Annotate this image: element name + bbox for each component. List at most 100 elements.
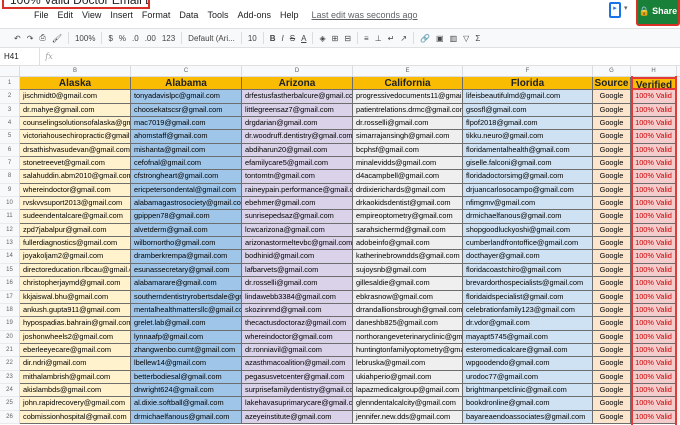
cell-california[interactable]: huntingtonfamilyoptometry@gmail.com: [353, 343, 463, 358]
cell-arizona[interactable]: whereindoctor@gmail.com: [242, 330, 353, 344]
cell-source[interactable]: Google: [593, 397, 631, 411]
cell-california[interactable]: drkaokidsdentist@gmail.com: [353, 197, 463, 211]
cell-verified[interactable]: 100% Valid: [631, 183, 677, 198]
cell-alaska[interactable]: hypospadias.bahrain@gmail.com: [20, 317, 131, 331]
cell-source[interactable]: Google: [593, 263, 631, 278]
cell-arizona[interactable]: efamilycare5@gmail.com: [242, 157, 353, 171]
rotate-icon[interactable]: ↗: [400, 34, 407, 43]
cell-alaska[interactable]: joyakoljam2@gmail.com: [20, 250, 131, 264]
functions-icon[interactable]: Σ: [475, 34, 480, 43]
menu-edit[interactable]: Edit: [58, 10, 74, 20]
cell-alabama[interactable]: alabamarare@gmail.com: [131, 277, 242, 291]
chevron-down-icon[interactable]: ▾: [624, 4, 628, 12]
link-icon[interactable]: 🔗: [420, 34, 430, 43]
cell-arizona[interactable]: littlegreensaz7@gmail.com: [242, 103, 353, 118]
cell-florida[interactable]: celebrationfamily123@gmail.com: [463, 303, 593, 318]
percent-format-button[interactable]: %: [119, 34, 126, 43]
cell-verified[interactable]: 100% Valid: [631, 357, 677, 371]
cell-source[interactable]: Google: [593, 170, 631, 184]
cell-florida[interactable]: tikku.neuro@gmail.com: [463, 130, 593, 144]
row-header[interactable]: 23: [0, 371, 19, 384]
cell-california[interactable]: adobeinfo@gmail.com: [353, 237, 463, 251]
cell-alaska[interactable]: kkjaiswal.bhu@gmail.com: [20, 290, 131, 304]
cell-california[interactable]: lapazmedicalgroup@gmail.com: [353, 383, 463, 398]
cell-alaska[interactable]: victoriahousechiropractic@gmail.com: [20, 130, 131, 144]
cell-verified[interactable]: 100% Valid: [631, 330, 677, 344]
cell-source[interactable]: Google: [593, 290, 631, 304]
cell-florida[interactable]: bookdronline@gmail.com: [463, 397, 593, 411]
cell-source[interactable]: Google: [593, 223, 631, 238]
cell-alaska[interactable]: counselingsolutionsofalaska@gmail.com: [20, 117, 131, 131]
menu-view[interactable]: View: [82, 10, 101, 20]
cell-verified[interactable]: 100% Valid: [631, 223, 677, 238]
cell-alabama[interactable]: dramberkrempa@gmail.com: [131, 250, 242, 264]
cell-arizona[interactable]: drgdarian@gmail.com: [242, 117, 353, 131]
cell-verified[interactable]: 100% Valid: [631, 143, 677, 158]
row-header[interactable]: 7: [0, 157, 19, 171]
cell-florida[interactable]: nfimgmv@gmail.com: [463, 197, 593, 211]
menu-format[interactable]: Format: [142, 10, 171, 20]
cell-california[interactable]: ebkrasnow@gmail.com: [353, 290, 463, 304]
cell-arizona[interactable]: bodhinid@gmail.com: [242, 250, 353, 264]
cell-florida[interactable]: bayareaendoassociates@gmail.com: [463, 410, 593, 424]
cell-alabama[interactable]: betterbodiesal@gmail.com: [131, 370, 242, 384]
cell-verified[interactable]: 100% Valid: [631, 263, 677, 278]
cell-arizona[interactable]: thecactusdoctoraz@gmail.com: [242, 317, 353, 331]
cell-source[interactable]: Google: [593, 103, 631, 118]
cell-california[interactable]: patientrelations.drmc@gmail.com: [353, 103, 463, 118]
cell-california[interactable]: glenndentalcalcity@gmail.com: [353, 397, 463, 411]
cell-source[interactable]: Google: [593, 250, 631, 264]
cell-alaska[interactable]: dr.mahye@gmail.com: [20, 103, 131, 118]
cell-florida[interactable]: dr.vdor@gmail.com: [463, 317, 593, 331]
cell-alaska[interactable]: jischmidt0@gmail.com: [20, 90, 131, 104]
header-source[interactable]: Source: [593, 77, 631, 91]
cell-alaska[interactable]: stonetreevet@gmail.com: [20, 157, 131, 171]
cell-verified[interactable]: 100% Valid: [631, 170, 677, 184]
cell-verified[interactable]: 100% Valid: [631, 117, 677, 131]
cell-alabama[interactable]: ahomstaff@gmail.com: [131, 130, 242, 144]
cell-alabama[interactable]: tonyadavislpc@gmail.com: [131, 90, 242, 104]
cell-arizona[interactable]: surprisefamilydentistry@gmail.com: [242, 383, 353, 398]
cell-alabama[interactable]: grelet.lab@gmail.com: [131, 317, 242, 331]
cell-source[interactable]: Google: [593, 130, 631, 144]
cell-source[interactable]: Google: [593, 410, 631, 424]
cell-alabama[interactable]: al.dixie.softball@gmail.com: [131, 397, 242, 411]
cell-alaska[interactable]: sudeendentalcare@gmail.com: [20, 210, 131, 224]
cell-arizona[interactable]: pegasusvetcenter@gmail.com: [242, 370, 353, 384]
cell-alabama[interactable]: cfstrongheart@gmail.com: [131, 170, 242, 184]
cell-california[interactable]: minalevidds@gmail.com: [353, 157, 463, 171]
cell-arizona[interactable]: dr.woodruff.dentistry@gmail.com: [242, 130, 353, 144]
cell-verified[interactable]: 100% Valid: [631, 237, 677, 251]
bold-button[interactable]: B: [270, 34, 276, 43]
row-header[interactable]: 6: [0, 144, 19, 158]
row-header[interactable]: 4: [0, 117, 19, 131]
cell-florida[interactable]: floridaidspecialist@gmail.com: [463, 290, 593, 304]
redo-icon[interactable]: ↷: [27, 34, 34, 43]
cell-alaska[interactable]: john.rapidrecovery@gmail.com: [20, 397, 131, 411]
cell-source[interactable]: Google: [593, 357, 631, 371]
row-header[interactable]: 12: [0, 224, 19, 238]
menu-file[interactable]: File: [34, 10, 49, 20]
filter-icon[interactable]: ▽: [463, 34, 469, 43]
cell-california[interactable]: daneshb825@gmail.com: [353, 317, 463, 331]
comment-icon[interactable]: ▣: [436, 34, 444, 43]
cell-florida[interactable]: mayapt5745@gmail.com: [463, 330, 593, 344]
cell-alabama[interactable]: esunassecretary@gmail.com: [131, 263, 242, 278]
cell-arizona[interactable]: ebehmer@gmail.com: [242, 197, 353, 211]
cell-alabama[interactable]: gpippen78@gmail.com: [131, 210, 242, 224]
cell-arizona[interactable]: drfestusfastherbalcure@gmail.com: [242, 90, 353, 104]
cell-alabama[interactable]: mentalhealthmattersllc@gmail.com: [131, 303, 242, 318]
column-header-d[interactable]: D: [242, 66, 353, 77]
cell-california[interactable]: gillesaldie@gmail.com: [353, 277, 463, 291]
merge-cells-icon[interactable]: ⊟: [344, 34, 351, 43]
cell-verified[interactable]: 100% Valid: [631, 130, 677, 144]
cell-florida[interactable]: flpof2018@gmail.com: [463, 117, 593, 131]
header-alabama[interactable]: Alabama: [131, 77, 242, 91]
select-all-corner[interactable]: [0, 66, 20, 77]
cell-florida[interactable]: lifeisbeautifulmd@gmail.com: [463, 90, 593, 104]
menu-insert[interactable]: Insert: [110, 10, 133, 20]
cell-alaska[interactable]: whereindoctor@gmail.com: [20, 183, 131, 198]
cell-verified[interactable]: 100% Valid: [631, 250, 677, 264]
cell-arizona[interactable]: raineypain.performance@gmail.com: [242, 183, 353, 198]
cell-alaska[interactable]: christopherjaymd@gmail.com: [20, 277, 131, 291]
